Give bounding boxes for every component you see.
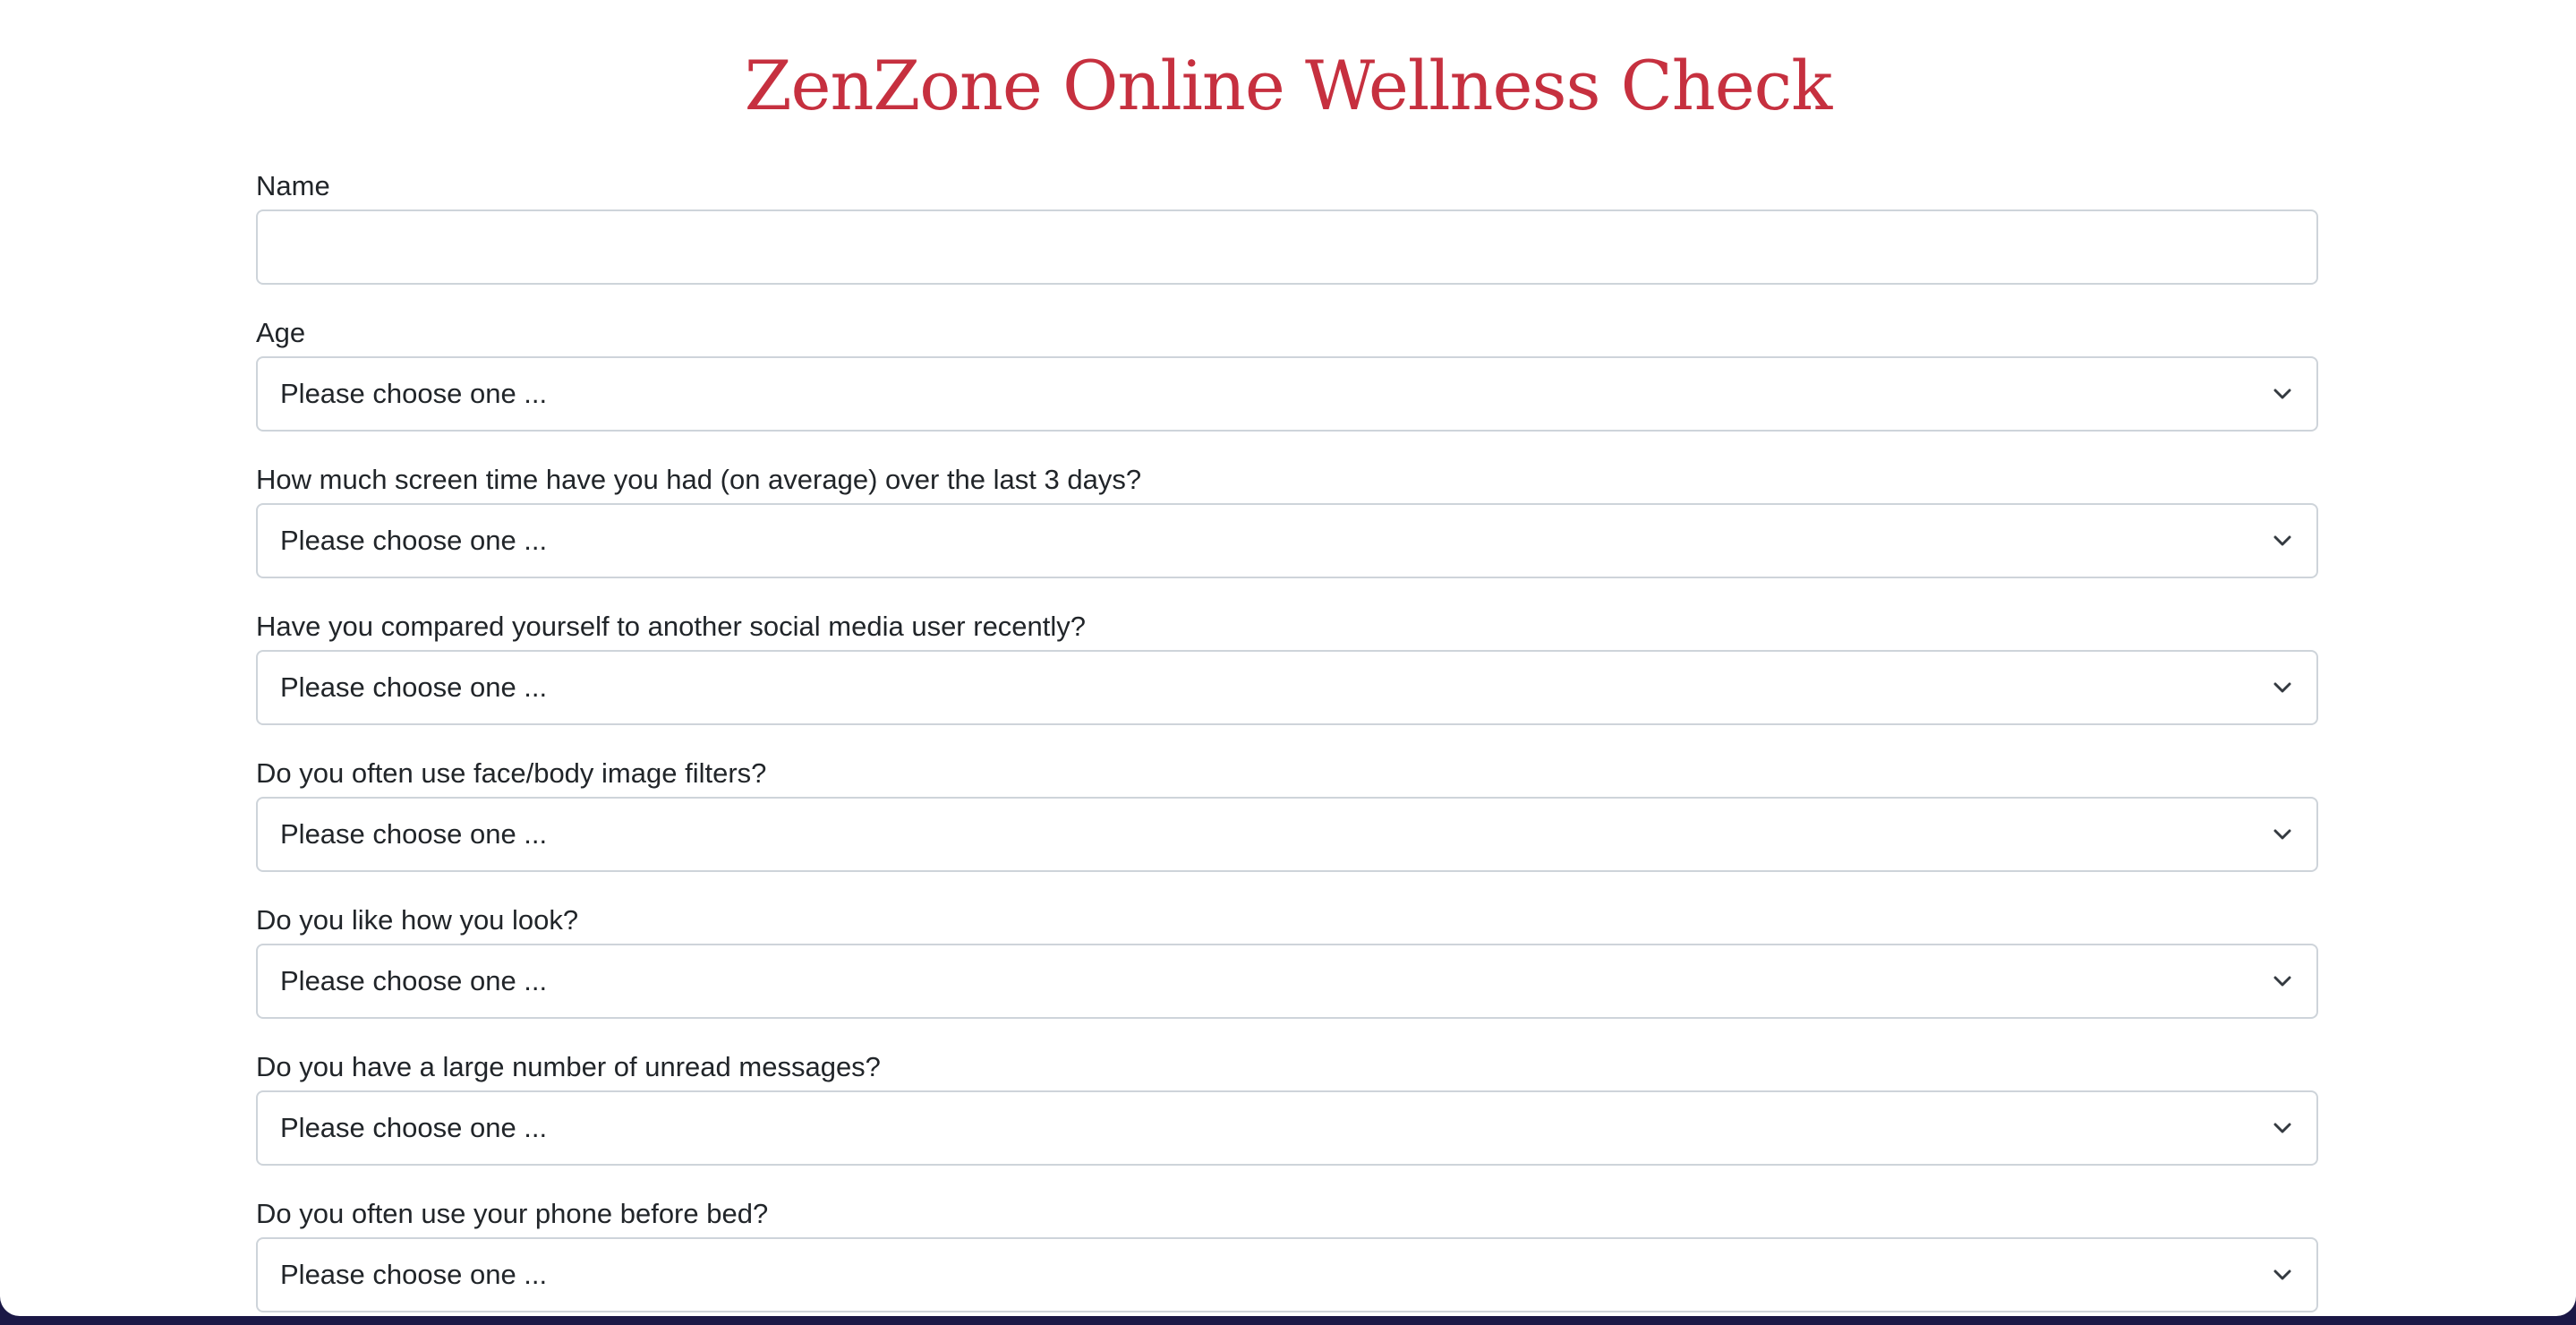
comparison-field-group: Have you compared yourself to another so… bbox=[256, 603, 2318, 750]
page: ZenZone Online Wellness Check Name Age P… bbox=[0, 0, 2576, 1316]
filters-field-group: Do you often use face/body image filters… bbox=[256, 750, 2318, 897]
phone-before-bed-label: Do you often use your phone before bed? bbox=[256, 1198, 769, 1229]
name-field-group: Name bbox=[256, 163, 2318, 310]
name-label: Name bbox=[256, 170, 330, 201]
phone-before-bed-select[interactable]: Please choose one ... bbox=[256, 1237, 2318, 1312]
chevron-down-icon bbox=[2268, 967, 2297, 996]
name-input[interactable] bbox=[256, 209, 2318, 285]
chevron-down-icon bbox=[2268, 1114, 2297, 1142]
age-select-value: Please choose one ... bbox=[280, 378, 548, 409]
unread-messages-select[interactable]: Please choose one ... bbox=[256, 1090, 2318, 1166]
filters-select-value: Please choose one ... bbox=[280, 818, 548, 850]
screen-time-select-value: Please choose one ... bbox=[280, 525, 548, 556]
filters-label: Do you often use face/body image filters… bbox=[256, 757, 767, 789]
phone-before-bed-field-group: Do you often use your phone before bed? … bbox=[256, 1191, 2318, 1316]
unread-messages-label: Do you have a large number of unread mes… bbox=[256, 1051, 881, 1082]
appearance-select-value: Please choose one ... bbox=[280, 965, 548, 996]
age-field-group: Age Please choose one ... bbox=[256, 310, 2318, 457]
phone-before-bed-select-value: Please choose one ... bbox=[280, 1259, 548, 1290]
screen-time-label: How much screen time have you had (on av… bbox=[256, 464, 1142, 495]
chevron-down-icon bbox=[2268, 380, 2297, 408]
appearance-field-group: Do you like how you look? Please choose … bbox=[256, 897, 2318, 1044]
appearance-label: Do you like how you look? bbox=[256, 904, 579, 936]
screen-time-field-group: How much screen time have you had (on av… bbox=[256, 457, 2318, 603]
comparison-select-value: Please choose one ... bbox=[280, 671, 548, 703]
chevron-down-icon bbox=[2268, 1261, 2297, 1289]
age-select[interactable]: Please choose one ... bbox=[256, 356, 2318, 432]
page-title: ZenZone Online Wellness Check bbox=[744, 46, 1833, 125]
screen-time-select[interactable]: Please choose one ... bbox=[256, 503, 2318, 578]
comparison-label: Have you compared yourself to another so… bbox=[256, 611, 1087, 642]
wellness-form: Name Age Please choose one ... How much … bbox=[256, 163, 2318, 1316]
unread-messages-field-group: Do you have a large number of unread mes… bbox=[256, 1044, 2318, 1191]
chevron-down-icon bbox=[2268, 820, 2297, 849]
chevron-down-icon bbox=[2268, 673, 2297, 702]
unread-messages-select-value: Please choose one ... bbox=[280, 1112, 548, 1143]
chevron-down-icon bbox=[2268, 526, 2297, 555]
filters-select[interactable]: Please choose one ... bbox=[256, 797, 2318, 872]
age-label: Age bbox=[256, 317, 306, 348]
appearance-select[interactable]: Please choose one ... bbox=[256, 944, 2318, 1019]
comparison-select[interactable]: Please choose one ... bbox=[256, 650, 2318, 725]
